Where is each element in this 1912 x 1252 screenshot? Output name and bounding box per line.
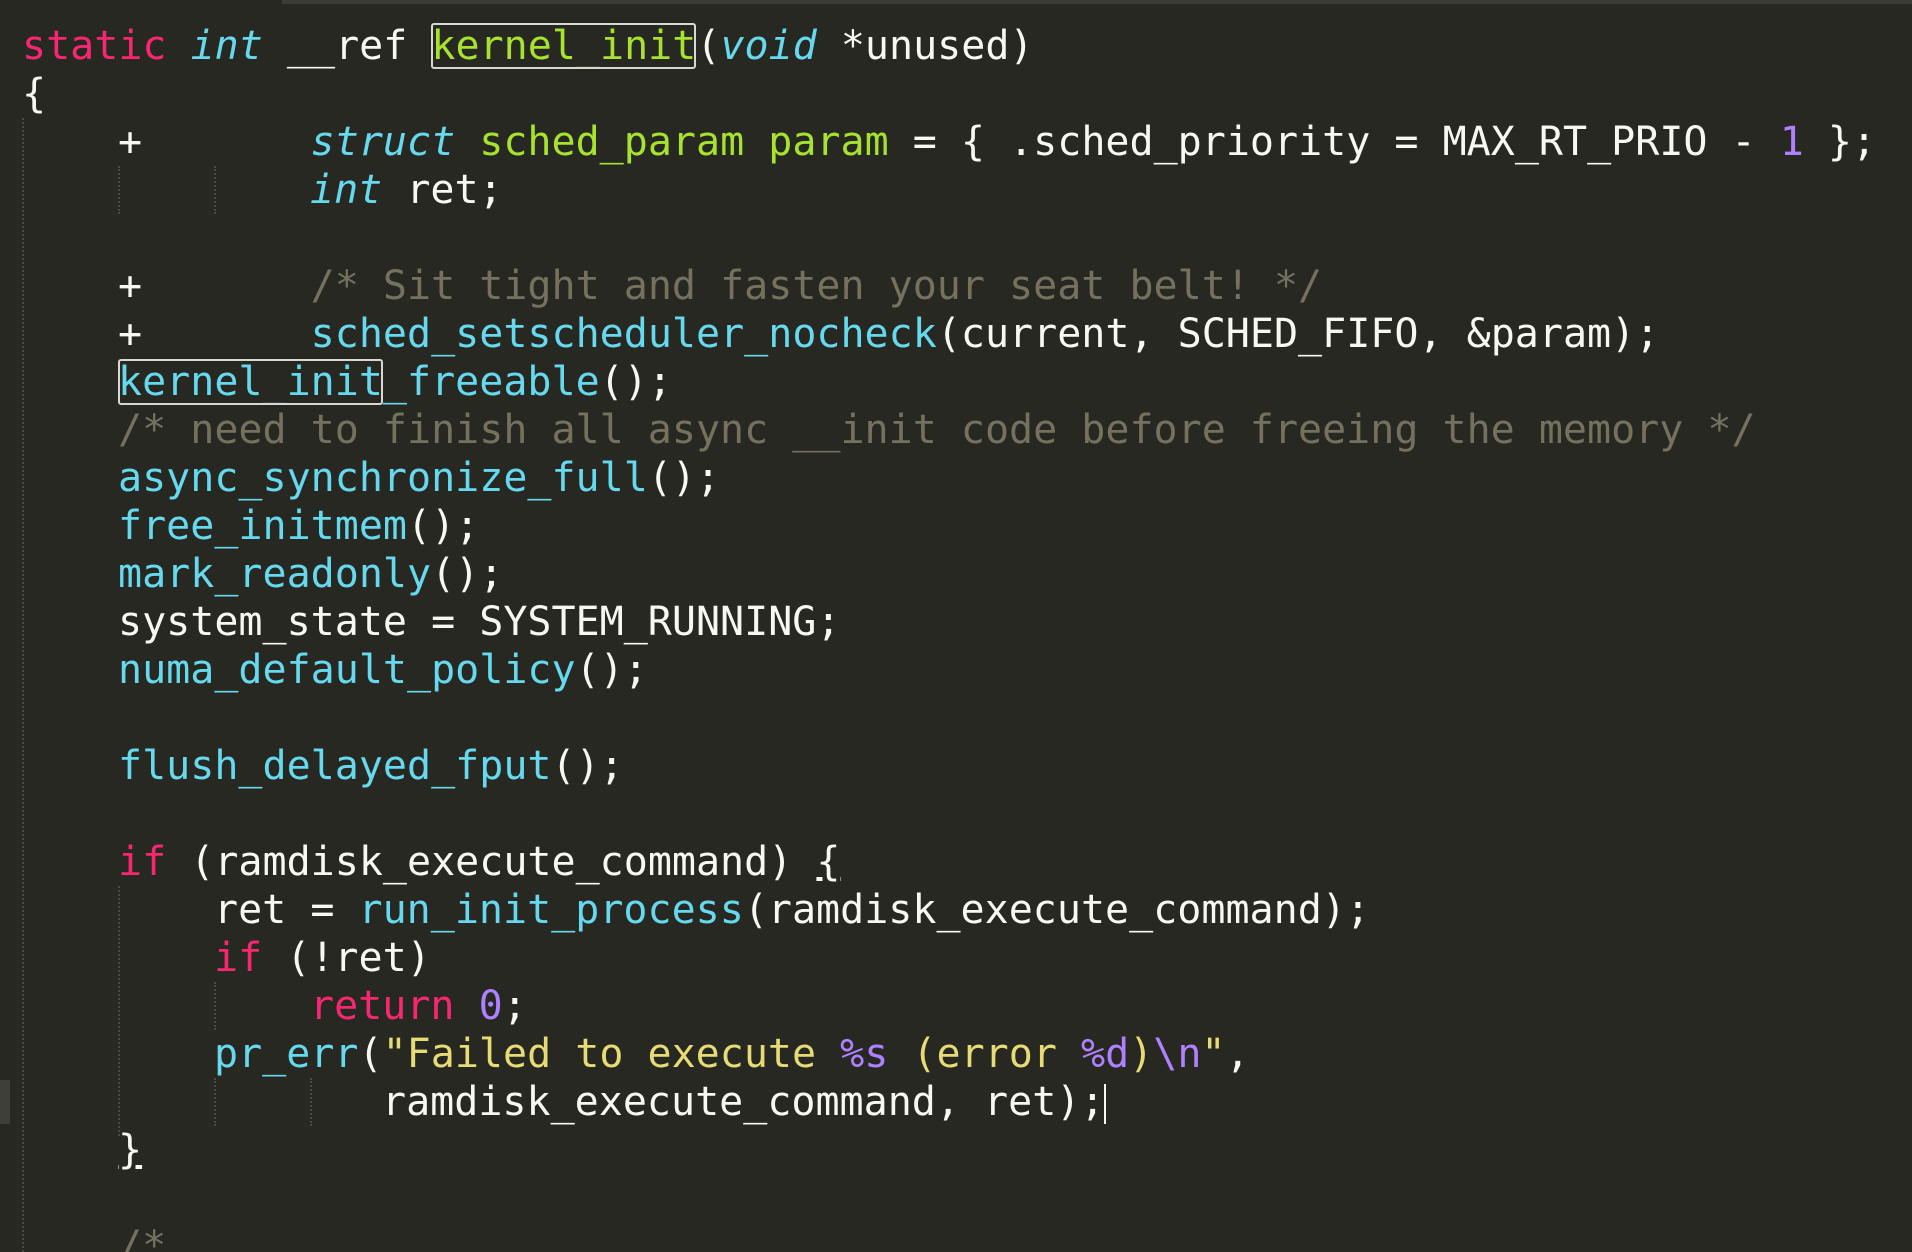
- current-line-marker: [0, 1080, 10, 1124]
- code-line-20[interactable]: if (!ret): [214, 934, 431, 982]
- code-text: (: [696, 23, 721, 69]
- function-call: numa_default_policy: [118, 647, 576, 693]
- type: int: [190, 23, 263, 69]
- text-cursor: [1104, 1084, 1107, 1124]
- function-call: pr_err: [214, 1031, 359, 1077]
- indent-guide: [214, 166, 216, 214]
- code-text: ();: [551, 743, 624, 789]
- format-specifier: %d: [1080, 1031, 1130, 1077]
- matching-brace: {: [816, 839, 841, 885]
- code-text: ,: [1225, 1031, 1250, 1077]
- code-line-6[interactable]: + /* Sit tight and fasten your seat belt…: [118, 262, 1322, 310]
- string: "Failed to execute: [382, 1031, 841, 1077]
- diff-plus: +: [118, 263, 143, 309]
- function-call: flush_delayed_fput: [118, 743, 552, 789]
- number: 1: [1779, 119, 1804, 165]
- editor-top-border: [282, 0, 1912, 4]
- function-call: async_synchronize_full: [118, 455, 648, 501]
- keyword: struct: [310, 119, 456, 165]
- code-text: (ramdisk_execute_command);: [743, 887, 1370, 933]
- keyword: if: [214, 935, 263, 981]
- comment: /* need to finish all async __init code …: [118, 407, 1756, 453]
- code-text: ();: [599, 359, 672, 405]
- string: ": [1201, 1031, 1226, 1077]
- code-line-3[interactable]: + struct sched_param param = { .sched_pr…: [118, 118, 1876, 166]
- code-text: ret;: [382, 167, 503, 213]
- code-text: (current, SCHED_FIFO, &param);: [936, 311, 1660, 357]
- code-text: ();: [406, 503, 480, 549]
- function-call: _freeable: [382, 359, 600, 405]
- indent-guide: [118, 886, 120, 1136]
- code-line-1[interactable]: static int __ref kernel_init(void *unuse…: [22, 22, 1034, 70]
- code-line-9[interactable]: /* need to finish all async __init code …: [118, 406, 1756, 454]
- indent-guide: [118, 166, 120, 214]
- indent-guide: [214, 982, 216, 1030]
- type-name: sched_param: [479, 119, 745, 165]
- code-text: {: [22, 71, 47, 117]
- code-line-14[interactable]: numa_default_policy();: [118, 646, 648, 694]
- code-text: ret =: [214, 887, 359, 933]
- format-specifier: %s: [840, 1031, 889, 1077]
- code-text: ();: [431, 551, 504, 597]
- escape-sequence: \n: [1153, 1031, 1202, 1077]
- indent-guide: [310, 1078, 312, 1126]
- indent-guide: [22, 118, 24, 1252]
- code-text: system_state = SYSTEM_RUNNING;: [118, 599, 841, 645]
- code-text: __ref: [262, 23, 432, 69]
- code-line-2[interactable]: {: [22, 70, 46, 118]
- code-line-21[interactable]: return 0;: [310, 982, 527, 1030]
- indent-guide: [214, 1078, 216, 1126]
- code-line-22[interactable]: pr_err("Failed to execute %s (error %d)\…: [214, 1030, 1250, 1078]
- code-text: (!ret): [262, 935, 431, 981]
- keyword: if: [118, 839, 167, 885]
- matching-brace: }: [118, 1127, 143, 1173]
- function-call: mark_readonly: [118, 551, 432, 597]
- code-line-12[interactable]: mark_readonly();: [118, 550, 503, 598]
- code-line-4[interactable]: int ret;: [310, 166, 503, 214]
- function-call: sched_setscheduler_nocheck: [310, 311, 937, 357]
- code-line-11[interactable]: free_initmem();: [118, 502, 479, 550]
- diff-plus: +: [118, 119, 143, 165]
- code-line-13[interactable]: system_state = SYSTEM_RUNNING;: [118, 598, 840, 646]
- code-text: (: [358, 1031, 383, 1077]
- string: (error: [888, 1031, 1081, 1077]
- code-line-23[interactable]: ramdisk_execute_command, ret);: [382, 1078, 1107, 1126]
- code-text: (ramdisk_execute_command): [166, 839, 817, 885]
- keyword: static: [22, 23, 167, 69]
- keyword: return: [310, 983, 455, 1029]
- type: int: [310, 167, 383, 213]
- string: ): [1129, 1031, 1154, 1077]
- type: void: [720, 23, 817, 69]
- code-line-19[interactable]: ret = run_init_process(ramdisk_execute_c…: [214, 886, 1370, 934]
- code-text: ramdisk_execute_command, ret);: [382, 1079, 1105, 1125]
- code-text: = { .sched_priority = MAX_RT_PRIO -: [888, 119, 1780, 165]
- code-line-24[interactable]: }: [118, 1126, 142, 1174]
- code-line-16[interactable]: flush_delayed_fput();: [118, 742, 624, 790]
- variable-name: param: [768, 119, 889, 165]
- code-text: ;: [502, 983, 527, 1029]
- code-text: ();: [575, 647, 648, 693]
- function-call: run_init_process: [358, 887, 744, 933]
- function-name-highlighted: kernel_init: [431, 23, 697, 69]
- code-text: ();: [647, 455, 721, 501]
- code-text: *unused): [816, 23, 1034, 69]
- function-call-highlighted: kernel_init: [118, 359, 383, 405]
- code-editor[interactable]: static int __ref kernel_init(void *unuse…: [0, 0, 1912, 1252]
- comment: /*: [118, 1223, 167, 1252]
- diff-plus: +: [118, 311, 143, 357]
- code-line-26[interactable]: /*: [118, 1222, 166, 1252]
- function-call: free_initmem: [118, 503, 407, 549]
- code-line-18[interactable]: if (ramdisk_execute_command) {: [118, 838, 840, 886]
- code-text: };: [1803, 119, 1877, 165]
- code-line-10[interactable]: async_synchronize_full();: [118, 454, 720, 502]
- code-line-8[interactable]: kernel_init_freeable();: [118, 358, 672, 406]
- code-line-7[interactable]: + sched_setscheduler_nocheck(current, SC…: [118, 310, 1659, 358]
- comment: /* Sit tight and fasten your seat belt! …: [310, 263, 1323, 309]
- number: 0: [478, 983, 503, 1029]
